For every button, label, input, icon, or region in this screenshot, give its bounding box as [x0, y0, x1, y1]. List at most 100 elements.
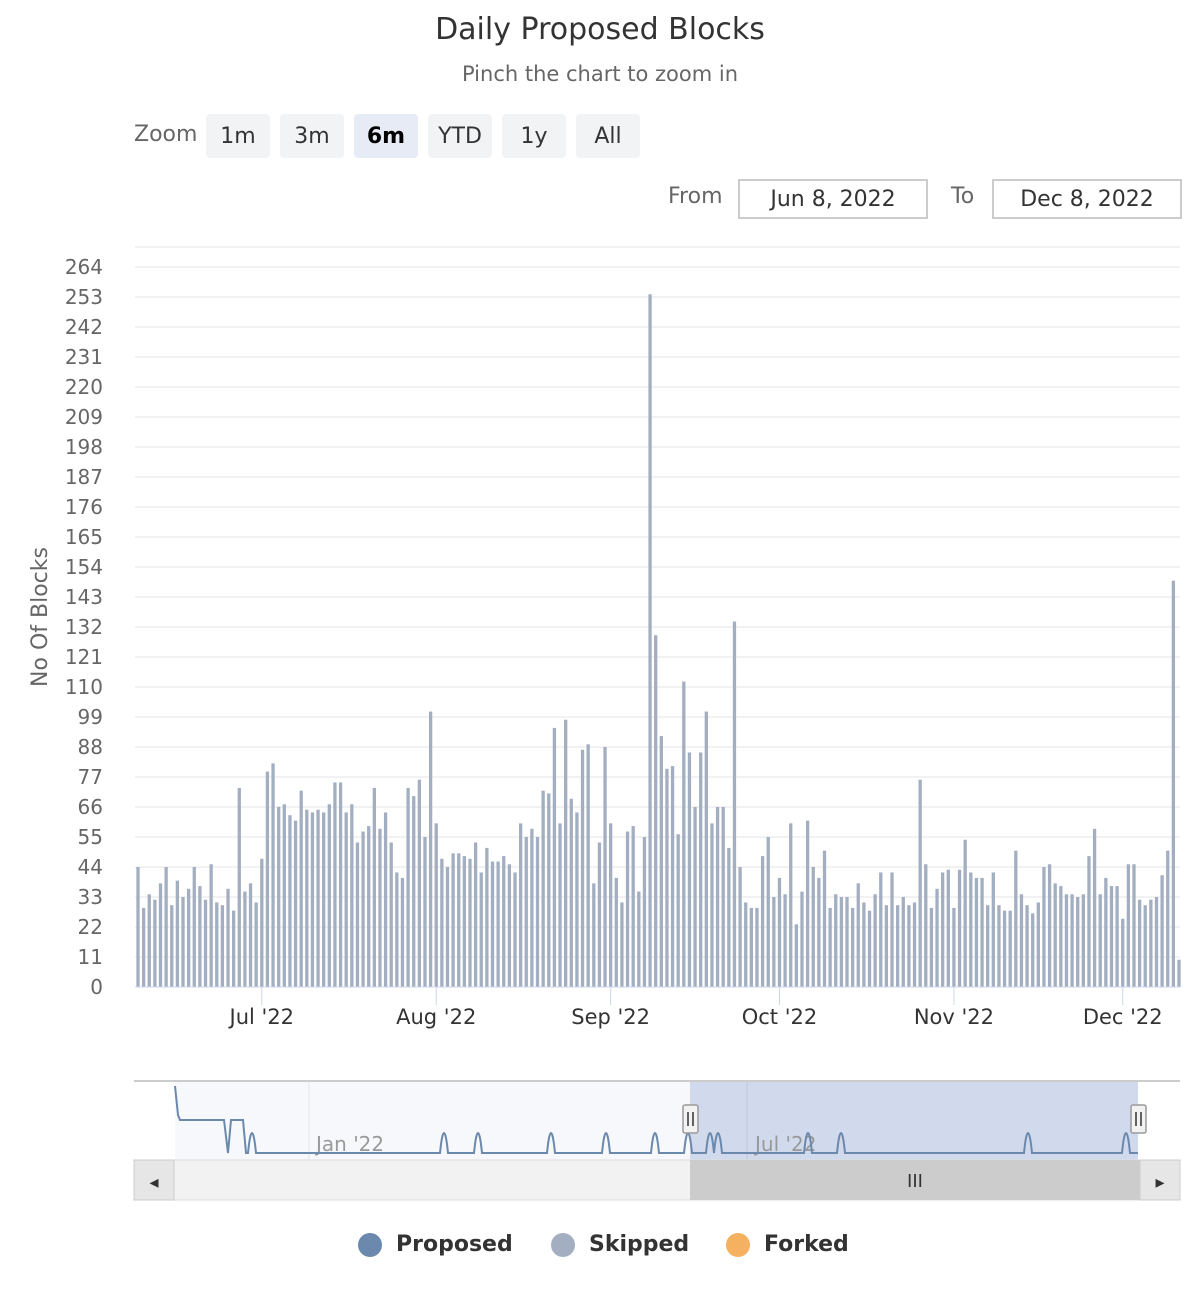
- bar[interactable]: [186, 888, 191, 987]
- bar[interactable]: [361, 831, 365, 987]
- bar[interactable]: [1171, 580, 1176, 987]
- bar[interactable]: [721, 807, 725, 987]
- bar[interactable]: [699, 752, 703, 987]
- bar[interactable]: [974, 877, 979, 987]
- bar[interactable]: [316, 809, 320, 987]
- bar[interactable]: [192, 867, 196, 987]
- bar[interactable]: [749, 907, 753, 987]
- bar[interactable]: [597, 842, 602, 987]
- bar[interactable]: [732, 621, 737, 987]
- bar[interactable]: [1137, 899, 1142, 987]
- bar[interactable]: [485, 847, 489, 987]
- bar[interactable]: [367, 826, 371, 987]
- bar[interactable]: [322, 812, 326, 987]
- chart-canvas[interactable]: 0 11 22 33 44 55 66 77 88 99 110 121 132 143 154 165 176…: [0, 0, 1200, 1300]
- bar[interactable]: [1025, 905, 1029, 987]
- bar[interactable]: [856, 883, 860, 987]
- bar[interactable]: [654, 635, 658, 987]
- bar[interactable]: [209, 864, 213, 987]
- bar[interactable]: [991, 872, 995, 987]
- bar[interactable]: [1070, 894, 1074, 987]
- bar[interactable]: [1002, 910, 1007, 987]
- bar[interactable]: [1104, 877, 1108, 987]
- bar[interactable]: [220, 905, 225, 987]
- bar[interactable]: [372, 787, 376, 987]
- bar[interactable]: [327, 804, 331, 987]
- bar[interactable]: [440, 858, 444, 987]
- bar[interactable]: [929, 907, 934, 987]
- bar[interactable]: [766, 837, 770, 987]
- bar[interactable]: [490, 861, 495, 987]
- bar[interactable]: [1121, 918, 1125, 987]
- bar[interactable]: [918, 779, 922, 987]
- bar[interactable]: [580, 749, 585, 987]
- bar[interactable]: [642, 837, 647, 987]
- bar[interactable]: [867, 910, 872, 987]
- bar[interactable]: [203, 899, 208, 987]
- bar[interactable]: [518, 823, 523, 987]
- bar[interactable]: [383, 812, 388, 987]
- bar[interactable]: [1177, 959, 1181, 987]
- bar[interactable]: [941, 872, 945, 987]
- bar[interactable]: [862, 902, 866, 987]
- bar[interactable]: [468, 858, 472, 987]
- bar[interactable]: [502, 856, 506, 987]
- bar[interactable]: [575, 812, 579, 987]
- bar[interactable]: [1092, 828, 1097, 987]
- bar[interactable]: [1008, 910, 1012, 987]
- bar[interactable]: [552, 727, 557, 987]
- bar[interactable]: [1143, 905, 1147, 987]
- bar[interactable]: [879, 872, 883, 987]
- bar[interactable]: [834, 894, 838, 987]
- bar[interactable]: [957, 869, 962, 987]
- bar[interactable]: [665, 768, 669, 987]
- bar[interactable]: [1059, 886, 1063, 987]
- bar[interactable]: [569, 798, 573, 987]
- bar[interactable]: [265, 771, 270, 987]
- bar[interactable]: [1036, 902, 1040, 987]
- bar[interactable]: [873, 894, 877, 987]
- bar[interactable]: [1115, 886, 1119, 987]
- bar[interactable]: [963, 839, 967, 987]
- bar[interactable]: [535, 837, 540, 987]
- bar[interactable]: [232, 910, 236, 987]
- bar[interactable]: [558, 823, 562, 987]
- bar[interactable]: [412, 796, 416, 987]
- bar[interactable]: [935, 888, 939, 987]
- bar[interactable]: [682, 681, 686, 987]
- bar[interactable]: [1053, 883, 1057, 987]
- bar[interactable]: [794, 924, 799, 987]
- bar[interactable]: [586, 744, 590, 987]
- bar[interactable]: [760, 856, 765, 987]
- navigator-left-handle[interactable]: [682, 1104, 699, 1134]
- legend-skipped[interactable]: Skipped: [551, 1232, 689, 1257]
- bar[interactable]: [625, 831, 630, 987]
- bar[interactable]: [333, 782, 337, 987]
- bar[interactable]: [912, 902, 917, 987]
- bar[interactable]: [1160, 875, 1164, 987]
- bar[interactable]: [637, 891, 641, 987]
- bar[interactable]: [1098, 894, 1102, 987]
- bar[interactable]: [170, 905, 174, 987]
- bar[interactable]: [158, 883, 163, 987]
- bar[interactable]: [822, 850, 827, 987]
- bar[interactable]: [1126, 864, 1131, 987]
- bar[interactable]: [282, 804, 286, 987]
- bar[interactable]: [530, 828, 534, 987]
- bar[interactable]: [344, 812, 348, 987]
- bar[interactable]: [215, 902, 219, 987]
- bar[interactable]: [277, 807, 281, 987]
- bar[interactable]: [428, 711, 433, 987]
- bar[interactable]: [1047, 864, 1052, 987]
- bar[interactable]: [727, 847, 731, 987]
- bar[interactable]: [839, 897, 844, 987]
- bar[interactable]: [473, 842, 478, 987]
- bar[interactable]: [631, 826, 635, 987]
- bar[interactable]: [1081, 894, 1085, 987]
- bar[interactable]: [406, 787, 410, 987]
- bar[interactable]: [755, 907, 759, 987]
- bar[interactable]: [445, 867, 450, 987]
- bar[interactable]: [659, 736, 663, 987]
- bar[interactable]: [997, 905, 1001, 987]
- scrollbar[interactable]: ◂ III ▸: [133, 1159, 1181, 1201]
